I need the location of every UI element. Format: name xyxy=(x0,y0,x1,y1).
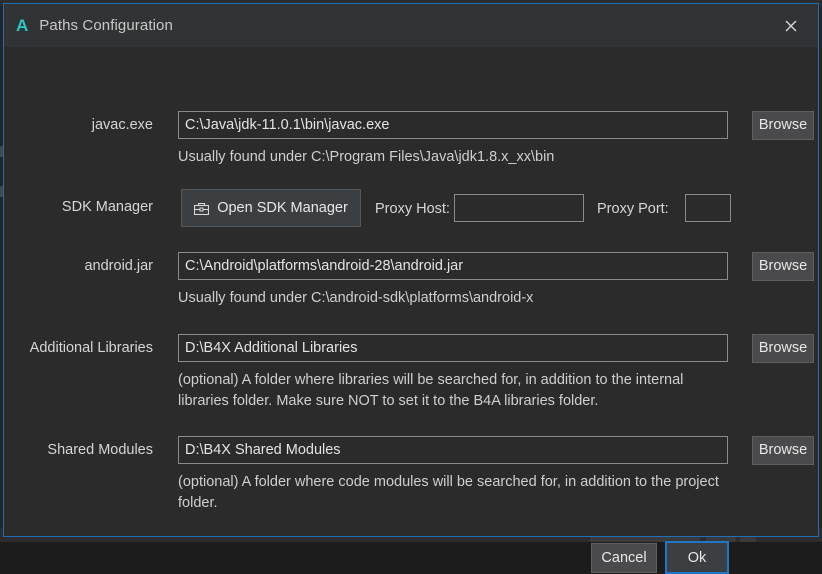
shared-modules-hint: (optional) A folder where code modules w… xyxy=(178,474,719,511)
javac-path-input[interactable] xyxy=(178,111,728,139)
android-jar-path-input[interactable] xyxy=(178,252,728,280)
dialog-title: Paths Configuration xyxy=(39,17,173,34)
javac-hint: Usually found under C:\Program Files\Jav… xyxy=(178,149,555,165)
proxy-port-input[interactable] xyxy=(685,194,731,222)
shared-modules-browse-button[interactable]: Browse xyxy=(752,436,814,465)
proxy-host-label: Proxy Host: xyxy=(375,201,450,217)
dialog-titlebar: A Paths Configuration xyxy=(4,4,818,47)
paths-configuration-dialog: A Paths Configuration javac.exe Browse U… xyxy=(3,3,819,574)
android-jar-hint: Usually found under C:\android-sdk\platf… xyxy=(178,290,534,306)
toolbox-icon xyxy=(194,202,210,215)
shared-modules-path-input[interactable] xyxy=(178,436,728,464)
android-jar-browse-button[interactable]: Browse xyxy=(752,252,814,281)
cancel-button[interactable]: Cancel xyxy=(591,543,657,573)
app-logo-icon: A xyxy=(16,16,29,35)
shared-modules-label: Shared Modules xyxy=(47,442,153,458)
additional-libraries-label: Additional Libraries xyxy=(29,340,153,356)
android-jar-label: android.jar xyxy=(84,258,153,274)
sdk-manager-label: SDK Manager xyxy=(61,199,153,215)
proxy-host-input[interactable] xyxy=(454,194,584,222)
proxy-port-label: Proxy Port: xyxy=(597,201,669,217)
open-sdk-manager-label: Open SDK Manager xyxy=(217,200,348,216)
javac-label: javac.exe xyxy=(91,117,153,133)
open-sdk-manager-button[interactable]: Open SDK Manager xyxy=(181,189,361,227)
ok-button[interactable]: Ok xyxy=(665,541,729,574)
additional-libraries-hint: (optional) A folder where libraries will… xyxy=(178,372,684,409)
close-icon[interactable] xyxy=(764,4,818,47)
javac-browse-button[interactable]: Browse xyxy=(752,111,814,140)
additional-libraries-path-input[interactable] xyxy=(178,334,728,362)
additional-libraries-browse-button[interactable]: Browse xyxy=(752,334,814,363)
dialog-body: javac.exe Browse Usually found under C:\… xyxy=(4,47,818,574)
